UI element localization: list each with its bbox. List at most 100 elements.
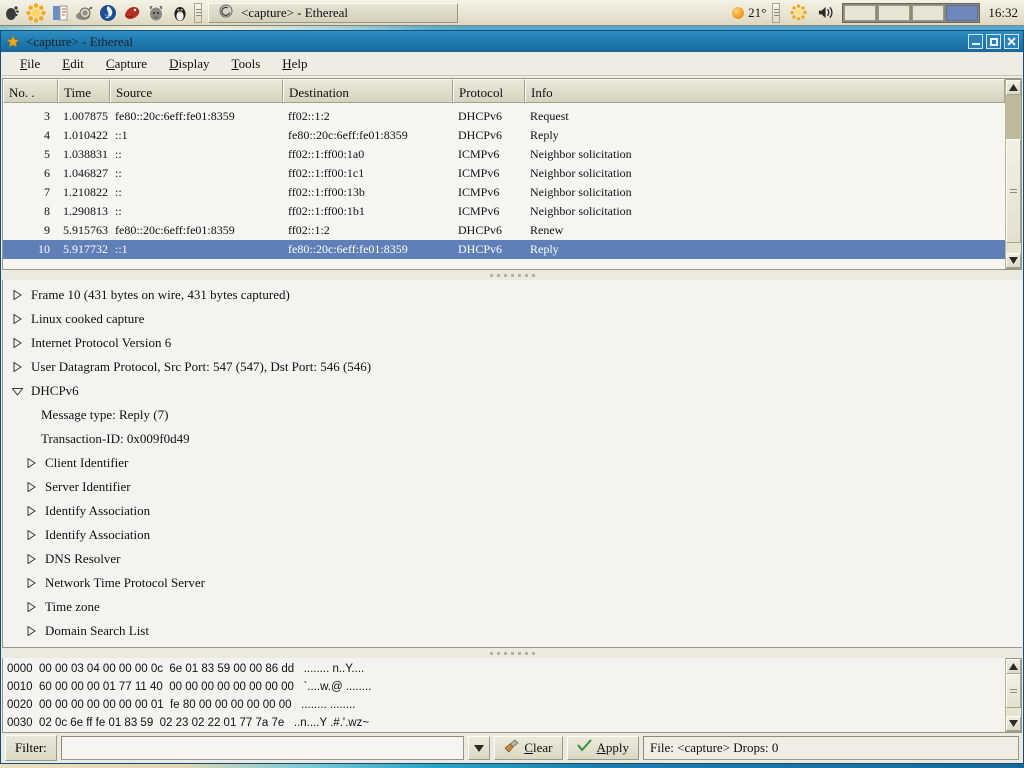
hex-scrollbar[interactable]	[1005, 658, 1022, 732]
gear-icon[interactable]	[787, 2, 809, 24]
scroll-down-icon[interactable]	[1006, 716, 1021, 731]
tree-node[interactable]: Network Time Protocol Server	[3, 571, 1022, 595]
packet-list-scrollbar[interactable]	[1005, 79, 1022, 269]
tree-node[interactable]: DNS Resolver	[3, 547, 1022, 571]
table-row[interactable]: 6 1.046827:: ff02::1:ff00:1c1 ICMPv6 Neighbo…	[3, 164, 1005, 183]
cell-protocol: ICMPv6	[458, 147, 500, 161]
scroll-up-icon[interactable]	[1006, 659, 1021, 674]
scroll-down-icon[interactable]	[1006, 253, 1021, 268]
workspace-1[interactable]	[844, 4, 877, 21]
clear-button[interactable]: Clear	[494, 736, 563, 760]
tree-node[interactable]: Identify Association	[3, 499, 1022, 523]
tree-node[interactable]: Client Identifier	[3, 451, 1022, 475]
menu-display[interactable]: Display	[158, 54, 220, 74]
triangle-right-icon[interactable]	[23, 482, 39, 492]
workspace-switcher[interactable]	[842, 2, 981, 23]
table-row[interactable]: 8 1.290813:: ff02::1:ff00:1b1 ICMPv6 Neighbo…	[3, 202, 1005, 221]
triangle-right-icon[interactable]	[23, 554, 39, 564]
tree-node[interactable]: Domain Search List	[3, 619, 1022, 643]
weather-applet[interactable]: 21°	[732, 5, 766, 21]
menu-tools-mnemonic: T	[231, 56, 239, 71]
tree-node[interactable]: Identify Association	[3, 523, 1022, 547]
taskbar-window-button[interactable]: <capture> - Ethereal	[208, 2, 458, 23]
table-row[interactable]: 10 5.917732::1 fe80::20c:6eff:fe01:8359 DHC…	[3, 240, 1005, 259]
column-header-protocol[interactable]: Protocol	[453, 79, 525, 103]
column-header-source[interactable]: Source	[110, 79, 283, 103]
triangle-right-icon[interactable]	[9, 362, 25, 372]
speaker-icon[interactable]	[815, 2, 837, 24]
column-header-destination[interactable]: Destination	[283, 79, 453, 103]
workspace-3[interactable]	[912, 4, 945, 21]
tux-linux-icon[interactable]	[169, 2, 191, 24]
cell-protocol: ICMPv6	[458, 204, 500, 218]
cell-protocol: DHCPv6	[458, 109, 503, 123]
scrollbar-track[interactable]	[1006, 674, 1021, 716]
hex-line: 0010 60 00 00 00 01 77 11 40 00 00 00 00…	[7, 681, 372, 693]
minimize-button[interactable]	[968, 34, 983, 49]
close-button[interactable]	[1004, 34, 1019, 49]
triangle-right-icon[interactable]	[23, 578, 39, 588]
tray-handle[interactable]	[772, 2, 781, 23]
pane-splitter-bottom[interactable]	[1, 648, 1023, 658]
tree-node[interactable]: Server Identifier	[3, 475, 1022, 499]
triangle-right-icon[interactable]	[9, 290, 25, 300]
chevron-down-icon[interactable]	[468, 736, 491, 760]
clock[interactable]: 16:32	[984, 5, 1018, 21]
sunflower-icon[interactable]	[25, 2, 47, 24]
triangle-right-icon[interactable]	[23, 458, 39, 468]
cell-info: Neighbor solicitation	[530, 204, 632, 218]
tree-node[interactable]: User Datagram Protocol, Src Port: 547 (5…	[3, 355, 1022, 379]
scrollbar-thumb[interactable]	[1006, 674, 1021, 708]
column-header-info[interactable]: Info	[525, 79, 1005, 103]
maximize-button[interactable]	[986, 34, 1001, 49]
hex-dump: 0000 00 00 03 04 00 00 00 0c 6e 01 83 59…	[3, 658, 1005, 732]
panel-handle[interactable]	[194, 2, 202, 23]
tree-leaf[interactable]: Transaction-ID: 0x009f0d49	[3, 427, 1022, 451]
scroll-up-icon[interactable]	[1006, 80, 1021, 95]
text-editor-icon[interactable]	[49, 2, 71, 24]
window-titlebar[interactable]: <capture> - Ethereal	[1, 31, 1023, 52]
column-header-time[interactable]: Time	[58, 79, 110, 103]
apply-button[interactable]: Apply	[566, 736, 640, 760]
triangle-right-icon[interactable]	[9, 314, 25, 324]
workspace-4[interactable]	[946, 4, 979, 21]
tree-leaf[interactable]: Message type: Reply (7)	[3, 403, 1022, 427]
filter-button[interactable]: Filter:	[5, 735, 57, 761]
table-row[interactable]: 3 1.007875 fe80::20c:6eff:fe01:8359 ff02::1…	[3, 107, 1005, 126]
tree-node[interactable]: Time zone	[3, 595, 1022, 619]
triangle-down-icon[interactable]	[9, 387, 25, 396]
menu-tools[interactable]: Tools	[221, 54, 272, 74]
tree-node[interactable]: Frame 10 (431 bytes on wire, 431 bytes c…	[3, 283, 1022, 307]
snail-help-icon[interactable]	[73, 2, 95, 24]
triangle-right-icon[interactable]	[9, 338, 25, 348]
scrollbar-track[interactable]	[1006, 95, 1021, 253]
menu-file[interactable]: File	[9, 54, 51, 74]
tree-node[interactable]: Linux cooked capture	[3, 307, 1022, 331]
menu-capture[interactable]: Capture	[95, 54, 158, 74]
mozilla-icon[interactable]	[97, 2, 119, 24]
table-row[interactable]: 5 1.038831:: ff02::1:ff00:1a0 ICMPv6 Neighbo…	[3, 145, 1005, 164]
cell-time: 1.290813	[63, 204, 108, 218]
mozilla-dino-icon[interactable]	[121, 2, 143, 24]
menu-edit[interactable]: Edit	[51, 54, 95, 74]
menu-help[interactable]: Help	[271, 54, 318, 74]
triangle-right-icon[interactable]	[23, 506, 39, 516]
table-row[interactable]: 7 1.210822:: ff02::1:ff00:13b ICMPv6 Neighbo…	[3, 183, 1005, 202]
table-row[interactable]: 4 1.010422::1 fe80::20c:6eff:fe01:8359 DHCP…	[3, 126, 1005, 145]
tree-node[interactable]: Internet Protocol Version 6	[3, 331, 1022, 355]
triangle-right-icon[interactable]	[23, 602, 39, 612]
pane-splitter-top[interactable]	[1, 270, 1023, 280]
table-row[interactable]: 9 5.915763 fe80::20c:6eff:fe01:8359 ff02::1…	[3, 221, 1005, 240]
ethereal-icon	[219, 4, 233, 22]
filter-input[interactable]	[60, 736, 465, 760]
scrollbar-pretrack[interactable]	[1006, 95, 1021, 139]
gnome-foot-icon[interactable]	[1, 2, 23, 24]
tree-node[interactable]: DHCPv6	[3, 379, 1022, 403]
triangle-right-icon[interactable]	[23, 626, 39, 636]
status-bar: File: <capture> Drops: 0	[643, 736, 1019, 760]
workspace-2[interactable]	[878, 4, 911, 21]
gnu-icon[interactable]	[145, 2, 167, 24]
scrollbar-thumb[interactable]	[1006, 139, 1021, 243]
column-header-no[interactable]: No. .	[3, 79, 58, 103]
triangle-right-icon[interactable]	[23, 530, 39, 540]
